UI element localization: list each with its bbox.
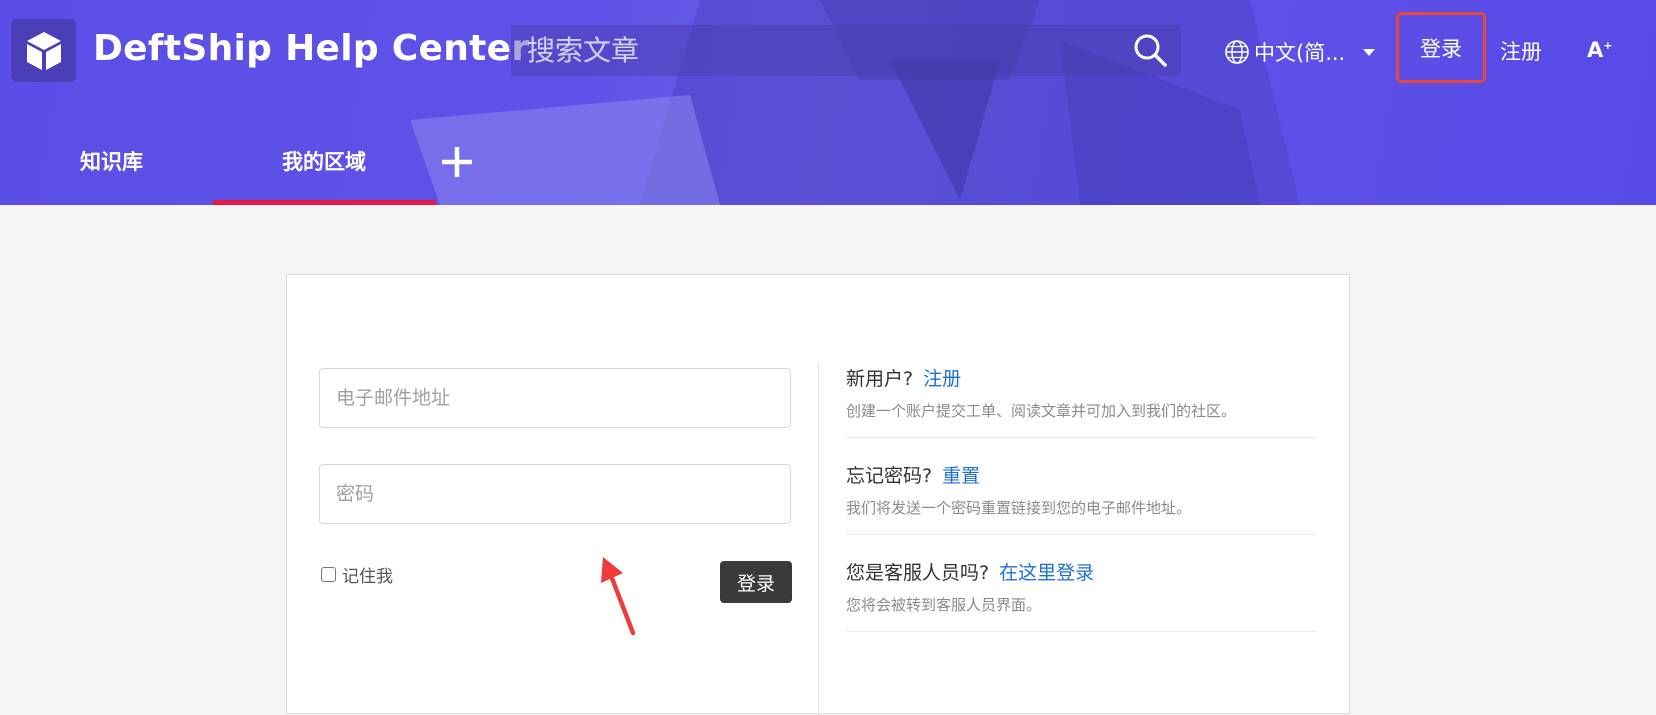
login-button[interactable]: 登录 [720, 561, 792, 603]
info-separator [846, 534, 1316, 535]
globe-icon [1225, 40, 1249, 64]
font-size-icon[interactable]: A+ [1587, 38, 1612, 62]
info-forgot-desc: 我们将发送一个密码重置链接到您的电子邮件地址。 [846, 499, 1192, 517]
search-icon[interactable] [1133, 33, 1167, 67]
register-link[interactable]: 注册 [923, 368, 961, 390]
header-login-label: 登录 [1420, 36, 1462, 61]
info-new-user-desc: 创建一个账户提交工单、阅读文章并可加入到我们的社区。 [846, 402, 1237, 420]
info-agent: 您是客服人员吗? 在这里登录 您将会被转到客服人员界面。 [846, 558, 1316, 615]
email-field[interactable] [319, 368, 791, 428]
info-forgot-title: 忘记密码? 重置 [846, 461, 1316, 488]
arrow-annotation-icon [601, 557, 636, 636]
remember-label: 记住我 [342, 567, 393, 587]
search-input[interactable] [527, 31, 1107, 69]
remember-me[interactable]: 记住我 [321, 562, 393, 587]
font-size-letter: A [1587, 38, 1604, 62]
info-new-user: 新用户? 注册 创建一个账户提交工单、阅读文章并可加入到我们的社区。 [846, 364, 1316, 421]
password-field[interactable] [319, 464, 791, 524]
info-separator [846, 631, 1316, 632]
cube-logo-icon [26, 31, 61, 70]
vertical-divider [818, 363, 819, 715]
language-label: 中文(简... [1254, 41, 1346, 65]
reset-link[interactable]: 重置 [942, 465, 980, 487]
chevron-down-icon [1363, 48, 1376, 56]
login-panel: 记住我 登录 新用户? 注册 创建一个账户提交工单、阅读文章并可加入到我们的社区。… [286, 274, 1350, 715]
info-agent-question: 您是客服人员吗? [846, 562, 990, 584]
site-header: DeftShip Help Center 中文(简... 登录 注册 A+ 知识… [0, 0, 1656, 205]
language-selector[interactable]: 中文(简... [1224, 36, 1376, 68]
info-forgot-question: 忘记密码? [846, 465, 933, 487]
info-agent-desc: 您将会被转到客服人员界面。 [846, 596, 1042, 614]
info-separator [846, 437, 1316, 438]
info-new-user-question: 新用户? [846, 368, 914, 390]
info-new-user-title: 新用户? 注册 [846, 364, 1316, 391]
info-forgot-password: 忘记密码? 重置 我们将发送一个密码重置链接到您的电子邮件地址。 [846, 461, 1316, 518]
header-register-link[interactable]: 注册 [1500, 36, 1542, 66]
site-title[interactable]: DeftShip Help Center [93, 28, 529, 69]
header-login-link[interactable]: 登录 [1396, 12, 1486, 83]
plus-icon[interactable] [440, 145, 474, 179]
agent-login-link[interactable]: 在这里登录 [999, 562, 1094, 584]
remember-checkbox[interactable] [321, 567, 336, 582]
active-tab-indicator [213, 200, 436, 205]
info-agent-title: 您是客服人员吗? 在这里登录 [846, 558, 1316, 585]
font-size-plus: + [1603, 39, 1613, 52]
tab-knowledge-base[interactable]: 知识库 [80, 146, 143, 176]
search-bar [511, 25, 1181, 76]
logo[interactable] [11, 19, 76, 82]
tab-my-area[interactable]: 我的区域 [282, 146, 366, 176]
